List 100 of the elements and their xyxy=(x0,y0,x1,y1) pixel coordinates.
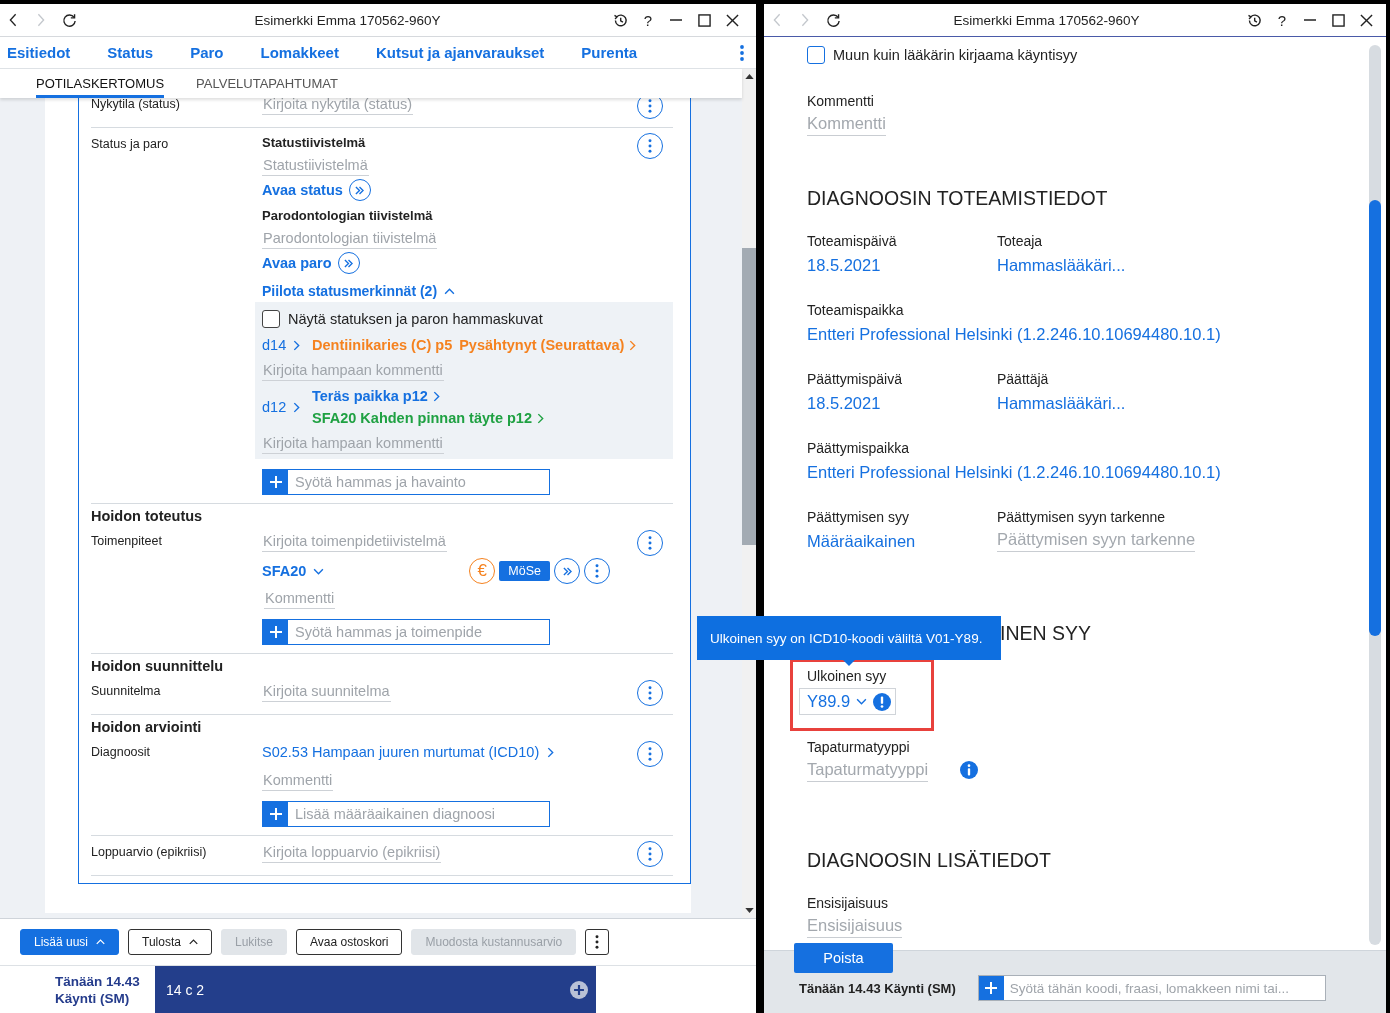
add-field[interactable]: Lisää määräaikainen diagnoosi xyxy=(262,801,550,827)
badge-button[interactable]: MöSe xyxy=(499,561,550,581)
checkbox-label[interactable]: Näytä statuksen ja paron hammaskuvat xyxy=(288,311,543,327)
chevron-right-icon xyxy=(37,13,45,27)
row-menu-button[interactable] xyxy=(637,841,663,867)
section-heading: Hoidon toteutus xyxy=(91,507,204,526)
plus-icon xyxy=(269,808,282,820)
comment-field[interactable]: Kirjoita hampaan kommentti xyxy=(262,432,444,454)
text-field[interactable]: Kirjoita nykytila (status) xyxy=(262,98,414,115)
add-button[interactable] xyxy=(263,802,288,826)
input-field[interactable]: Lisää määräaikainen diagnoosi xyxy=(288,802,549,826)
help-button[interactable]: ? xyxy=(1271,8,1293,32)
text-field[interactable]: Parodontologian tiivistelmä xyxy=(262,227,438,249)
finding-link[interactable]: Teräs paikka p12 xyxy=(312,385,440,407)
chevron-down-icon xyxy=(856,698,868,705)
text-field[interactable]: Kirjoita toimenpidetiivistelmä xyxy=(262,530,447,552)
open-link[interactable]: Avaa status xyxy=(262,182,343,198)
comment-field[interactable]: Kirjoita hampaan kommentti xyxy=(262,359,444,381)
kebab-icon xyxy=(648,99,652,113)
procedure-dropdown[interactable]: SFA20 xyxy=(262,563,325,579)
text-field[interactable]: Kirjoita loppuarvio (epikriisi) xyxy=(262,841,442,863)
field-label: Kommentti xyxy=(807,92,874,111)
checkbox[interactable] xyxy=(807,46,825,64)
plus-icon xyxy=(269,476,282,488)
plus-circle-icon[interactable] xyxy=(570,980,588,999)
delete-button[interactable]: Poista xyxy=(794,943,893,973)
code-select[interactable]: Y89.9 xyxy=(799,688,897,715)
field-value[interactable]: Määräaikainen xyxy=(807,527,916,555)
section-heading: Hoidon arviointi xyxy=(91,718,203,737)
scroll-up-icon[interactable] xyxy=(744,74,754,79)
visit-tab[interactable]: 14 c 2 xyxy=(155,966,596,1013)
tooltip: Ulkoinen syy on ICD10-koodi väliltä V01-Y89. xyxy=(697,616,1001,666)
nav-link[interactable]: Lomakkeet xyxy=(260,44,339,61)
nav-link[interactable]: Purenta xyxy=(581,44,638,61)
add-button[interactable] xyxy=(978,976,1004,1000)
visit-type: Käynti (SM) xyxy=(55,989,130,1007)
tooth-link[interactable]: d14 xyxy=(262,337,301,353)
text-field[interactable]: Päättymisen syyn tarkenne xyxy=(997,527,1196,552)
info-icon[interactable] xyxy=(960,760,979,779)
add-button[interactable] xyxy=(263,620,288,644)
kebab-icon xyxy=(595,935,600,949)
nav-link[interactable]: Paro xyxy=(190,44,224,61)
toolbar-button[interactable]: Tulosta xyxy=(128,929,212,955)
row-menu-button[interactable] xyxy=(637,133,663,159)
finding-link[interactable]: SFA20 Kahden pinnan täyte p12 xyxy=(312,407,544,429)
field-label: Toteamispaikka xyxy=(807,301,904,320)
toolbar-button[interactable]: Avaa ostoskori xyxy=(296,929,403,955)
toggle-link[interactable]: Piilota statusmerkinnät (2) xyxy=(262,280,456,302)
text-field[interactable]: Ensisijaisuus xyxy=(807,913,903,938)
toolbar-button[interactable]: Lisää uusi xyxy=(20,929,120,955)
row-menu-button[interactable] xyxy=(637,98,663,119)
help-button[interactable]: ? xyxy=(637,8,659,32)
field-value[interactable]: 18.5.2021 xyxy=(807,251,881,279)
diagnosis-link[interactable]: S02.53 Hampaan juuren murtumat (ICD10) xyxy=(262,741,555,763)
field-value[interactable]: Entteri Professional Helsinki (1.2.246.10.10694480.10.1) xyxy=(807,320,1221,348)
close-icon xyxy=(725,13,739,27)
text-field[interactable]: Kirjoita suunnitelma xyxy=(262,680,391,702)
tab[interactable]: PALVELUTAPAHTUMAT xyxy=(196,69,338,98)
text-field[interactable]: Tapaturmatyyppi xyxy=(807,757,929,782)
field-value[interactable]: Hammaslääkäri... xyxy=(997,389,1126,417)
add-field[interactable]: Syötä hammas ja toimenpide xyxy=(262,619,550,645)
open-button[interactable] xyxy=(554,558,580,584)
row-menu-button[interactable] xyxy=(637,741,663,767)
text-field[interactable]: Kommentti xyxy=(262,769,334,791)
row-label: Suunnitelma xyxy=(91,683,162,700)
scroll-thumb[interactable] xyxy=(742,248,756,545)
kebab-icon xyxy=(648,747,652,761)
scroll-down-icon[interactable] xyxy=(744,908,754,913)
price-button[interactable]: € xyxy=(469,558,496,584)
item-menu-button[interactable] xyxy=(584,558,610,584)
nav-link[interactable]: Status xyxy=(107,44,154,61)
row-menu-button[interactable] xyxy=(637,680,663,706)
kebab-icon xyxy=(648,139,652,153)
add-button[interactable] xyxy=(263,470,288,494)
section-heading: DIAGNOOSIN LISÄTIEDOT xyxy=(807,848,1051,873)
checkbox-label[interactable]: Muun kuin lääkärin kirjaama käyntisyy xyxy=(833,47,1078,63)
text-field[interactable]: Kommentti xyxy=(807,111,886,136)
nav-link[interactable]: Esitiedot xyxy=(7,44,71,61)
checkbox[interactable] xyxy=(262,310,280,328)
nav-link[interactable]: Kutsut ja ajanvaraukset xyxy=(375,44,545,61)
open-link[interactable]: Avaa paro xyxy=(262,255,332,271)
field-value[interactable]: Entteri Professional Helsinki (1.2.246.10.10694480.10.1) xyxy=(807,458,1221,486)
field-value[interactable]: 18.5.2021 xyxy=(807,389,881,417)
comment-field[interactable]: Kommentti xyxy=(264,587,336,609)
text-field[interactable]: Statustiivistelmä xyxy=(262,154,369,176)
add-field[interactable]: Syötä hammas ja havainto xyxy=(262,469,550,495)
scroll-thumb[interactable] xyxy=(1369,200,1381,636)
input-field[interactable]: Syötä hammas ja toimenpide xyxy=(288,620,549,644)
row-menu-button[interactable] xyxy=(637,530,663,556)
open-button[interactable] xyxy=(337,252,360,274)
scrollbar[interactable] xyxy=(1369,45,1381,945)
tab-label[interactable]: 14 c 2 xyxy=(166,981,205,998)
tooth-link[interactable]: d12 xyxy=(262,399,301,415)
input-field[interactable]: Syötä hammas ja havainto xyxy=(288,470,549,494)
open-button[interactable] xyxy=(348,179,371,201)
more-button[interactable] xyxy=(585,929,610,955)
field-value[interactable]: Hammaslääkäri... xyxy=(997,251,1126,279)
double-chevron-icon xyxy=(344,258,354,268)
field-label: Ensisijaisuus xyxy=(807,894,888,913)
kebab-icon xyxy=(740,44,744,61)
